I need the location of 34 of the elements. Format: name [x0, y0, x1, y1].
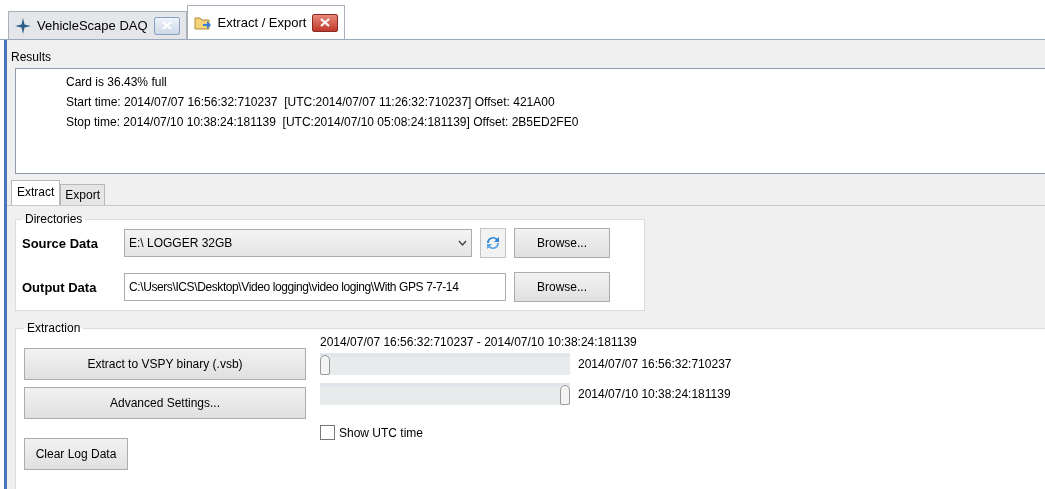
clear-log-button[interactable]: Clear Log Data [24, 438, 128, 470]
close-icon[interactable] [312, 13, 339, 32]
compass-star-icon [15, 17, 31, 34]
refresh-icon [484, 234, 502, 252]
slider-reading: 2014/07/07 16:56:32:710237 [578, 357, 732, 371]
document-tab[interactable]: VehicleScape DAQ [8, 11, 187, 39]
browse-button[interactable]: Browse... [514, 272, 610, 302]
chevron-down-icon [458, 240, 467, 246]
result-line: Start time: 2014/07/07 16:56:32:710237 [UTC:2014/07/07 11:26:32:710237] Offset: 421A00 [66, 95, 556, 109]
group-title: Directories [24, 212, 84, 226]
slider-thumb[interactable] [320, 355, 330, 375]
folder-arrow-icon [193, 14, 212, 31]
results-title: Results [11, 50, 51, 64]
source-dropdown[interactable]: E:\ LOGGER 32GB [124, 229, 472, 257]
checkbox[interactable] [320, 425, 335, 440]
slider-thumb[interactable] [560, 385, 570, 405]
slider-reading: 2014/07/10 10:38:24:181139 [578, 387, 731, 401]
group-title: Extraction [26, 321, 82, 335]
browse-button[interactable]: Browse... [514, 228, 610, 258]
result-line: Card is 36.43% full [66, 75, 168, 89]
checkbox-label: Show UTC time [339, 425, 424, 440]
output-path-field[interactable]: C:\Users\ICS\Desktop\Video logging\video loging\With GPS 7-7-14 [124, 273, 506, 301]
tab[interactable]: Export [60, 184, 106, 205]
field-label: Output Data [22, 279, 98, 295]
time-range: 2014/07/07 16:56:32:710237 - 2014/07/10 10:38:24:181139 [320, 335, 637, 349]
advanced-settings-button[interactable]: Advanced Settings... [24, 387, 306, 419]
extract-button[interactable]: Extract to VSPY binary (.vsb) [24, 348, 306, 380]
tab[interactable]: Extract [11, 180, 61, 205]
time-slider-track[interactable] [320, 353, 570, 375]
refresh-button[interactable] [480, 228, 506, 258]
time-slider-track[interactable] [320, 383, 570, 405]
document-tab[interactable]: Extract / Export [186, 5, 346, 39]
result-line: Stop time: 2014/07/10 10:38:24:181139 [UTC:2014/07/10 05:08:24:181139] Offset: 2B5ED2FE0 [66, 115, 580, 129]
field-label: Source Data [22, 235, 99, 251]
